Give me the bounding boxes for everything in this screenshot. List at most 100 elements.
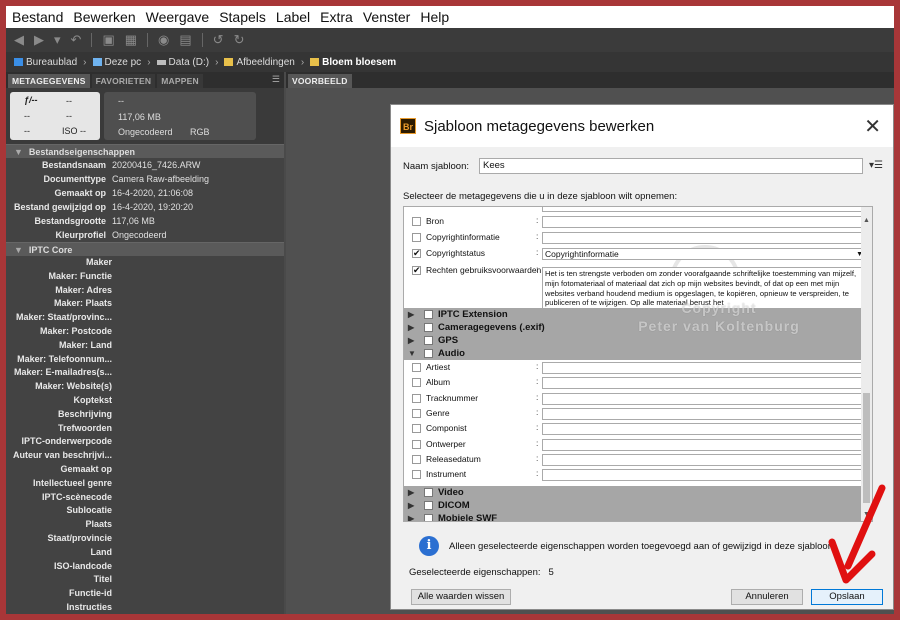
iptc-field-label[interactable]: Trefwoorden — [6, 422, 112, 436]
iptc-field-label[interactable]: Titel — [6, 573, 112, 587]
close-icon[interactable]: ✕ — [864, 114, 881, 139]
back-icon[interactable]: ◀ — [14, 32, 24, 48]
value-input[interactable] — [542, 232, 867, 244]
chevron-right-icon[interactable]: ▶ — [408, 321, 414, 334]
iptc-field-label[interactable]: Koptekst — [6, 394, 112, 408]
section-iptc-core[interactable]: ▼ IPTC Core — [6, 242, 284, 256]
metadata-group[interactable]: ▶ Mobiele SWF — [404, 512, 862, 521]
checkbox[interactable] — [424, 336, 433, 345]
scroll-up-icon[interactable]: ▲ — [863, 217, 870, 224]
breadcrumb-current[interactable]: Bloem bloesem — [310, 57, 396, 68]
iptc-field-label[interactable]: IPTC-onderwerpcode — [6, 435, 112, 449]
iptc-field-label[interactable]: Maker — [6, 256, 112, 270]
checkbox[interactable] — [412, 393, 421, 403]
menu-bewerken[interactable]: Bewerken — [73, 9, 135, 25]
chevron-down-icon[interactable]: ▼ — [408, 347, 416, 360]
checkbox[interactable] — [424, 514, 433, 521]
metadata-group[interactable]: ▶ Video — [404, 486, 862, 500]
template-menu-icon[interactable]: ▾☰ — [869, 160, 883, 171]
chevron-right-icon[interactable]: ▶ — [408, 499, 414, 512]
iptc-field-label[interactable]: Maker: Telefoonnum... — [6, 353, 112, 367]
value-input[interactable] — [542, 377, 867, 390]
value-input[interactable] — [542, 216, 867, 228]
recent-icon[interactable]: ▾ — [54, 32, 61, 48]
panel-menu-icon[interactable]: ☰ — [272, 74, 280, 85]
cancel-button[interactable]: Annuleren — [731, 589, 803, 605]
scroll-down-icon[interactable]: ▼ — [863, 511, 870, 518]
chevron-right-icon[interactable]: ▶ — [408, 512, 414, 521]
menu-bestand[interactable]: Bestand — [12, 9, 63, 25]
checkbox[interactable] — [424, 349, 433, 358]
save-button[interactable]: Opslaan — [811, 589, 883, 605]
iptc-field-label[interactable]: Functie-id — [6, 587, 112, 601]
iptc-field-label[interactable]: Maker: Plaats — [6, 297, 112, 311]
menu-help[interactable]: Help — [420, 9, 449, 25]
rotate-right-icon[interactable]: ↻ — [234, 32, 245, 48]
checkbox[interactable] — [412, 217, 421, 226]
scrollbar-thumb[interactable] — [863, 393, 870, 503]
checkbox[interactable] — [412, 408, 421, 418]
vertical-scrollbar[interactable]: ▲ ▼ — [861, 207, 872, 521]
value-input[interactable] — [542, 453, 867, 466]
value-input[interactable] — [542, 407, 867, 420]
metadata-group[interactable]: ▶ DICOM — [404, 499, 862, 513]
iptc-field-label[interactable]: ISO-landcode — [6, 560, 112, 574]
iptc-field-label[interactable]: Maker: Postcode — [6, 325, 112, 339]
iptc-field-label[interactable]: Gemaakt op — [6, 463, 112, 477]
checkbox[interactable] — [412, 363, 421, 372]
menu-label[interactable]: Label — [276, 9, 310, 25]
tab-voorbeeld[interactable]: VOORBEELD — [288, 74, 352, 88]
breadcrumb-item[interactable]: Deze pc — [92, 57, 141, 68]
clear-all-values-button[interactable]: Alle waarden wissen — [411, 589, 511, 605]
forward-icon[interactable]: ▶ — [34, 32, 44, 48]
boomerang-icon[interactable]: ↶ — [71, 32, 82, 48]
template-name-input[interactable]: Kees — [479, 158, 863, 174]
iptc-field-label[interactable]: Land — [6, 546, 113, 560]
breadcrumb-item[interactable]: Afbeeldingen — [224, 57, 295, 68]
tab-mappen[interactable]: MAPPEN — [157, 74, 203, 88]
value-dropdown[interactable]: Copyrightinformatie ▼ — [542, 248, 867, 260]
checkbox-checked[interactable]: ✔ — [412, 266, 421, 275]
iptc-field-label[interactable]: Instructies — [6, 601, 112, 614]
checkbox[interactable] — [424, 323, 433, 332]
section-file-properties[interactable]: ▼ Bestandseigenschappen — [6, 144, 284, 158]
metadata-group[interactable]: ▶ GPS — [404, 334, 862, 347]
value-input[interactable] — [542, 469, 867, 482]
tab-metagegevens[interactable]: METAGEGEVENS — [8, 74, 90, 88]
menu-weergave[interactable]: Weergave — [146, 9, 210, 25]
rotate-left-icon[interactable]: ↺ — [213, 32, 224, 48]
checkbox[interactable] — [412, 454, 421, 464]
chevron-right-icon[interactable]: ▶ — [408, 334, 414, 347]
output-icon[interactable]: ▤ — [179, 32, 191, 48]
checkbox[interactable] — [412, 233, 421, 242]
iptc-field-label[interactable]: Maker: Functie — [6, 270, 112, 284]
chevron-right-icon[interactable]: ▶ — [408, 308, 414, 321]
iptc-field-label[interactable]: Maker: Adres — [6, 284, 112, 298]
iptc-field-label[interactable]: IPTC-scènecode — [6, 491, 112, 505]
chevron-right-icon[interactable]: ▶ — [408, 486, 414, 499]
checkbox[interactable] — [424, 488, 433, 498]
iptc-field-label[interactable]: Intellectueel genre — [6, 477, 112, 491]
value-input[interactable] — [542, 362, 867, 374]
checkbox[interactable] — [424, 501, 433, 511]
checkbox[interactable] — [412, 378, 421, 388]
checkbox-checked[interactable]: ✔ — [412, 249, 421, 258]
breadcrumb-item[interactable]: Bureaublad — [14, 57, 77, 68]
iptc-field-label[interactable]: Auteur van beschrijvi... — [6, 449, 112, 463]
iptc-field-label[interactable]: Sublocatie — [6, 504, 112, 518]
menu-venster[interactable]: Venster — [363, 9, 410, 25]
iptc-field-label[interactable]: Maker: Website(s) — [6, 380, 112, 394]
iptc-field-label[interactable]: Maker: E-mailadres(s... — [6, 366, 112, 380]
camera-download-icon[interactable]: ▣ — [102, 32, 114, 48]
iptc-field-label[interactable]: Maker: Land — [6, 339, 112, 353]
value-input[interactable] — [542, 207, 867, 212]
menu-extra[interactable]: Extra — [320, 9, 353, 25]
checkbox[interactable] — [412, 470, 421, 480]
breadcrumb-item[interactable]: Data (D:) — [156, 57, 209, 68]
checkbox[interactable] — [412, 439, 421, 449]
metadata-group[interactable]: ▼ Audio — [404, 347, 862, 360]
checkbox[interactable] — [412, 424, 421, 434]
iptc-field-label[interactable]: Plaats — [6, 518, 112, 532]
iptc-field-label[interactable]: Staat/provincie — [6, 532, 112, 546]
value-input[interactable] — [542, 423, 867, 436]
